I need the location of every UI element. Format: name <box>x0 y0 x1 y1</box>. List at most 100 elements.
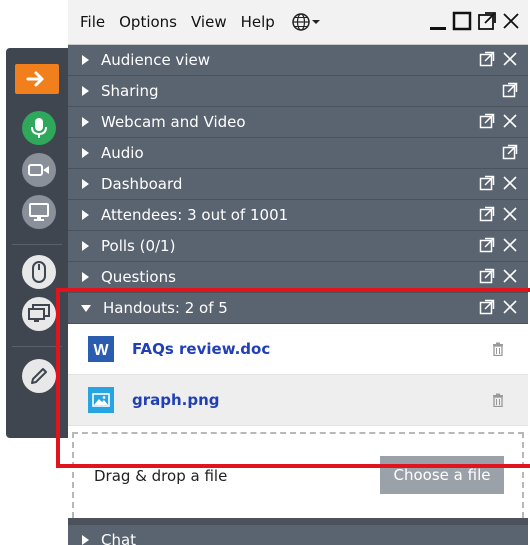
close-icon[interactable] <box>502 175 518 191</box>
close-icon[interactable] <box>502 51 518 67</box>
trash-icon <box>493 393 503 408</box>
drop-zone-label: Drag & drop a file <box>94 467 228 485</box>
trash-icon <box>493 342 503 357</box>
popout-icon[interactable] <box>502 82 518 98</box>
close-icon[interactable] <box>502 268 518 284</box>
pane-header[interactable]: Attendees: 3 out of 1001 <box>68 200 528 230</box>
separator <box>12 244 62 245</box>
popout-icon[interactable] <box>479 51 495 67</box>
arrow-right-icon <box>26 71 44 87</box>
delete-file-button[interactable] <box>492 392 504 411</box>
pane-controls <box>502 82 518 98</box>
collapsed-triangle-icon <box>82 241 89 251</box>
pane-label: Questions <box>101 268 176 286</box>
popout-window-button[interactable] <box>477 11 497 35</box>
menu-bar: File Options View Help <box>68 0 528 45</box>
close-icon[interactable] <box>502 206 518 222</box>
handouts-pane: Handouts: 2 of 5 W FAQs review.doc graph… <box>68 293 528 518</box>
popout-icon[interactable] <box>479 299 495 315</box>
popout-icon[interactable] <box>479 268 495 284</box>
multi-screen-button[interactable] <box>16 296 62 332</box>
pane-controls <box>479 175 518 191</box>
pane-label: Attendees: 3 out of 1001 <box>101 206 289 224</box>
pane-controls <box>479 237 518 253</box>
image-file-icon <box>88 387 114 413</box>
popout-icon[interactable] <box>479 175 495 191</box>
handout-file-item[interactable]: W FAQs review.doc <box>68 324 528 375</box>
popout-icon[interactable] <box>479 237 495 253</box>
control-sidebar <box>6 48 68 438</box>
collapsed-triangle-icon <box>82 55 89 65</box>
close-icon <box>503 13 519 29</box>
pane-header[interactable]: Questions <box>68 262 528 292</box>
control-panel: File Options View Help Audience view Sha… <box>68 0 528 545</box>
pane-header[interactable]: Audience view <box>68 45 528 75</box>
popout-icon[interactable] <box>479 113 495 129</box>
pane-header[interactable]: Webcam and Video <box>68 107 528 137</box>
pane-header[interactable]: Audio <box>68 138 528 168</box>
popout-icon <box>478 12 496 30</box>
pane-header[interactable]: Sharing <box>68 76 528 106</box>
collapsed-triangle-icon <box>82 535 89 545</box>
drawing-tools-button[interactable] <box>16 358 62 394</box>
pane-list: Audience view Sharing Webcam and Video Audi… <box>68 45 528 293</box>
screen-share-button[interactable] <box>16 194 62 230</box>
pane-label: Chat <box>101 531 137 545</box>
file-drop-zone[interactable]: Drag & drop a file Choose a file <box>72 432 524 518</box>
menu-view[interactable]: View <box>191 13 227 31</box>
mouse-control-button[interactable] <box>16 254 62 290</box>
maximize-button[interactable] <box>452 11 472 35</box>
word-doc-icon: W <box>88 336 114 362</box>
language-menu[interactable] <box>291 12 321 32</box>
pane-controls <box>479 268 518 284</box>
close-icon[interactable] <box>502 299 518 315</box>
menu-options[interactable]: Options <box>119 13 177 31</box>
popout-icon[interactable] <box>479 206 495 222</box>
pane-label: Dashboard <box>101 175 183 193</box>
pane-header-handouts[interactable]: Handouts: 2 of 5 <box>68 293 528 323</box>
popout-icon[interactable] <box>502 144 518 160</box>
pane-controls <box>479 51 518 67</box>
pencil-icon <box>31 368 47 384</box>
delete-file-button[interactable] <box>492 341 504 360</box>
collapsed-triangle-icon <box>82 117 89 127</box>
webcam-button[interactable] <box>16 152 62 188</box>
choose-file-button[interactable]: Choose a file <box>380 456 504 494</box>
menu-file[interactable]: File <box>80 13 105 31</box>
screens-icon <box>28 304 50 322</box>
minimize-button[interactable] <box>429 10 447 36</box>
close-icon[interactable] <box>502 113 518 129</box>
pane-header[interactable]: Dashboard <box>68 169 528 199</box>
pane-label: Audience view <box>101 51 210 69</box>
collapsed-triangle-icon <box>82 179 89 189</box>
chevron-down-icon <box>311 20 320 24</box>
collapse-panel-button[interactable] <box>15 64 59 94</box>
globe-icon <box>292 13 310 31</box>
pane-header[interactable]: Polls (0/1) <box>68 231 528 261</box>
maximize-icon <box>452 11 472 31</box>
menu-help[interactable]: Help <box>241 13 275 31</box>
close-icon[interactable] <box>502 237 518 253</box>
pane-controls <box>502 144 518 160</box>
pane-controls <box>479 113 518 129</box>
svg-text:W: W <box>93 342 109 359</box>
collapsed-triangle-icon <box>82 148 89 158</box>
mouse-icon <box>32 261 46 283</box>
microphone-button[interactable] <box>16 110 62 146</box>
pane-label: Sharing <box>101 82 159 100</box>
monitor-icon <box>29 203 49 221</box>
minimize-icon <box>430 27 446 30</box>
pane-controls <box>479 206 518 222</box>
pane-header-chat[interactable]: Chat <box>68 525 528 545</box>
handout-file-item[interactable]: graph.png <box>68 375 528 426</box>
camera-icon <box>28 164 49 176</box>
file-name[interactable]: FAQs review.doc <box>132 340 270 358</box>
pane-label: Webcam and Video <box>101 113 246 131</box>
pane-label: Handouts: 2 of 5 <box>103 299 228 317</box>
collapsed-triangle-icon <box>82 210 89 220</box>
window-controls <box>429 10 520 36</box>
close-window-button[interactable] <box>502 12 520 34</box>
file-name[interactable]: graph.png <box>132 391 220 409</box>
microphone-icon <box>31 118 47 138</box>
pane-label: Polls (0/1) <box>101 237 176 255</box>
